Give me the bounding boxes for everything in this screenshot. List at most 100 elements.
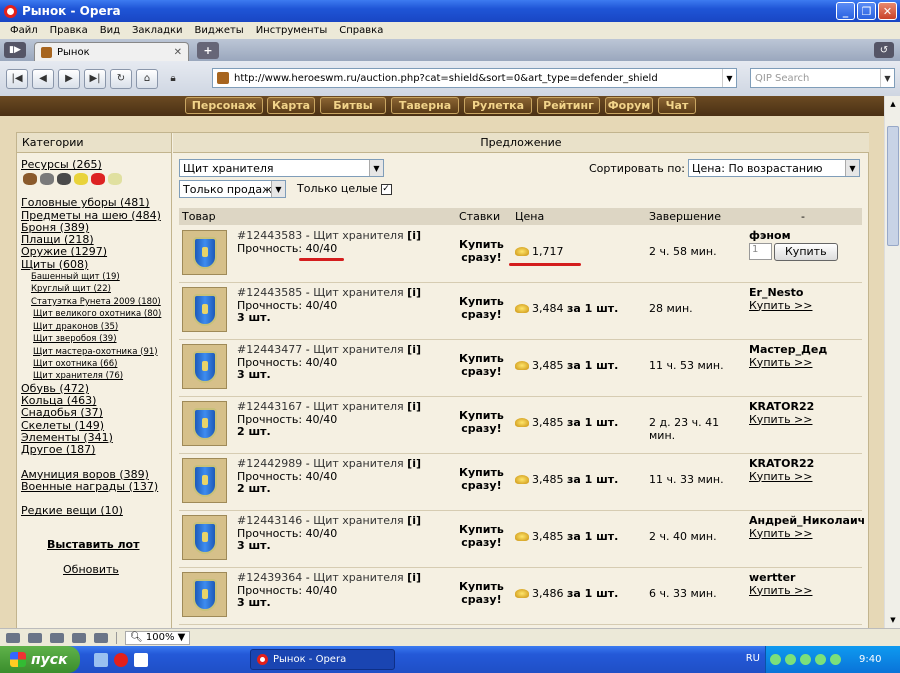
desktop-icon[interactable] — [94, 652, 108, 667]
buy-link[interactable]: Купить >> — [749, 299, 812, 313]
lot-number[interactable]: #12442989 — [237, 457, 302, 470]
vertical-scrollbar[interactable]: ▲ ▼ — [884, 96, 900, 628]
rewind-icon[interactable]: |◀ — [6, 68, 28, 89]
taskbar-item-opera[interactable]: Рынок - Opera — [250, 649, 395, 670]
fast-forward-icon[interactable]: ▶| — [84, 68, 106, 89]
chevron-down-icon[interactable]: ▼ — [880, 69, 894, 87]
lot-name[interactable]: Щит хранителя — [313, 286, 403, 299]
category-military-awards[interactable]: Военные награды (137) — [21, 480, 171, 493]
lot-number[interactable]: #12439364 — [237, 571, 302, 584]
menu-widgets[interactable]: Виджеты — [191, 25, 252, 36]
only-whole-checkbox[interactable]: ✓ — [380, 183, 392, 195]
buy-button[interactable]: Купить — [774, 242, 838, 261]
refresh-link[interactable]: Обновить — [63, 563, 171, 576]
tray-icon[interactable] — [785, 654, 796, 665]
item-image[interactable] — [182, 287, 227, 332]
item-image[interactable] — [182, 458, 227, 503]
seller-name[interactable]: Андрей_Николаич — [749, 514, 865, 527]
ore-icon[interactable] — [40, 173, 54, 186]
tab-market[interactable]: Рынок ✕ — [34, 42, 189, 61]
sulfur-icon[interactable] — [74, 173, 88, 186]
menu-bookmarks[interactable]: Закладки — [128, 25, 191, 36]
category-other[interactable]: Другое (187) — [21, 443, 171, 456]
nav-tavern[interactable]: Таверна — [391, 97, 459, 114]
maximize-button[interactable]: ❐ — [857, 2, 876, 20]
item-image[interactable] — [182, 572, 227, 617]
image-icon[interactable] — [94, 632, 108, 643]
category-rare-items[interactable]: Редкие вещи (10) — [21, 504, 171, 517]
tray-icon[interactable] — [830, 654, 841, 665]
lot-name[interactable]: Щит хранителя — [313, 229, 403, 242]
closed-tabs-icon[interactable]: ↺ — [874, 42, 894, 58]
category-headwear[interactable]: Головные уборы (481) — [21, 196, 171, 209]
presentation-icon[interactable] — [72, 632, 86, 643]
gem-icon[interactable] — [108, 173, 122, 186]
network-icon[interactable] — [28, 632, 42, 643]
seller-name[interactable]: KRATOR22 — [749, 400, 814, 413]
info-link[interactable]: [i] — [407, 229, 421, 242]
close-window-button[interactable]: ✕ — [878, 2, 897, 20]
nav-chat[interactable]: Чат — [658, 97, 696, 114]
info-link[interactable]: [i] — [407, 286, 421, 299]
subcategory-great-hunter-shield[interactable]: Щит великого охотника (80) — [21, 308, 171, 320]
sort-select[interactable]: Цена: По возрастанию ▼ — [688, 159, 860, 177]
menu-tools[interactable]: Инструменты — [252, 25, 336, 36]
nav-character[interactable]: Персонаж — [185, 97, 263, 114]
lot-number[interactable]: #12443477 — [237, 343, 302, 356]
nav-roulette[interactable]: Рулетка — [464, 97, 532, 114]
opera-quicklaunch-icon[interactable] — [114, 652, 128, 667]
nav-rating[interactable]: Рейтинг — [537, 97, 600, 114]
item-image[interactable] — [182, 515, 227, 560]
item-image[interactable] — [182, 344, 227, 389]
subcategory-runet-statuette[interactable]: Статуэтка Рунета 2009 (180) — [21, 296, 161, 308]
scroll-down-icon[interactable]: ▼ — [887, 614, 899, 626]
menu-file[interactable]: Файл — [6, 25, 46, 36]
item-image[interactable] — [182, 230, 227, 275]
tools-icon[interactable] — [6, 632, 20, 643]
item-image[interactable] — [182, 401, 227, 446]
reload-icon[interactable]: ↻ — [110, 68, 132, 89]
info-link[interactable]: [i] — [407, 571, 421, 584]
lot-name[interactable]: Щит хранителя — [313, 400, 403, 413]
buy-link[interactable]: Купить >> — [749, 527, 865, 541]
category-potions[interactable]: Снадобья (37) — [21, 407, 171, 420]
crystal-icon[interactable] — [91, 173, 105, 186]
post-lot-link[interactable]: Выставить лот — [47, 539, 171, 552]
sale-type-select[interactable]: Только продажа ▼ — [179, 180, 286, 198]
buy-link[interactable]: Купить >> — [749, 470, 814, 484]
seller-name[interactable]: KRATOR22 — [749, 457, 814, 470]
lot-number[interactable]: #12443583 — [237, 229, 302, 242]
lot-number[interactable]: #12443585 — [237, 286, 302, 299]
item-select[interactable]: Щит хранителя ▼ — [179, 159, 384, 177]
menu-edit[interactable]: Правка — [46, 25, 96, 36]
chevron-down-icon[interactable]: ▼ — [722, 69, 736, 87]
search-input[interactable]: QIP Search ▼ — [750, 68, 895, 88]
buy-link[interactable]: Купить >> — [749, 356, 827, 370]
zoom-control[interactable]: 🔍︎ 100% ▼ — [125, 630, 191, 645]
info-link[interactable]: [i] — [407, 457, 421, 470]
category-shields[interactable]: Щиты (608) — [21, 258, 171, 271]
seller-name[interactable]: wertter — [749, 571, 795, 584]
subcategory-dragon-shield[interactable]: Щит драконов (35) — [21, 321, 171, 333]
menu-help[interactable]: Справка — [335, 25, 391, 36]
panel-toggle-icon[interactable]: ▮▶ — [4, 42, 26, 58]
settings-icon[interactable] — [50, 632, 64, 643]
category-thief-ammo[interactable]: Амуниция воров (389) — [21, 468, 171, 481]
mercury-icon[interactable] — [57, 173, 71, 186]
back-icon[interactable]: ◀ — [32, 68, 54, 89]
buy-link[interactable]: Купить >> — [749, 584, 812, 598]
language-indicator[interactable]: RU — [746, 653, 760, 664]
close-tab-icon[interactable]: ✕ — [174, 47, 182, 58]
quantity-input[interactable]: 1 — [749, 243, 772, 260]
address-input[interactable]: http://www.heroeswm.ru/auction.php?cat=s… — [212, 68, 737, 88]
lot-number[interactable]: #12443146 — [237, 514, 302, 527]
seller-name[interactable]: фэном — [749, 229, 791, 242]
nav-battles[interactable]: Битвы — [320, 97, 386, 114]
lot-name[interactable]: Щит хранителя — [313, 457, 403, 470]
home-icon[interactable]: ⌂ — [136, 68, 158, 89]
lot-name[interactable]: Щит хранителя — [313, 343, 403, 356]
category-weapons[interactable]: Оружие (1297) — [21, 246, 171, 259]
scroll-thumb[interactable] — [887, 126, 899, 246]
word-icon[interactable] — [134, 652, 148, 667]
menu-view[interactable]: Вид — [96, 25, 128, 36]
